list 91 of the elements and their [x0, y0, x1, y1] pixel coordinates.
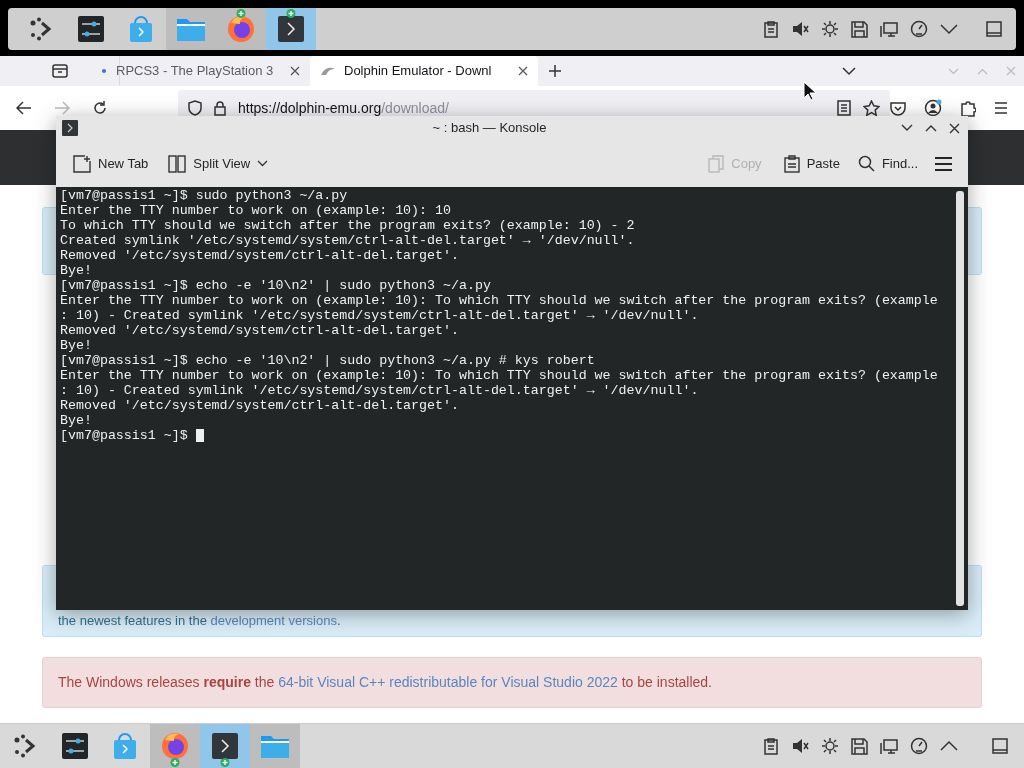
- pocket-icon: [890, 100, 906, 116]
- clipboard-icon: [783, 154, 800, 173]
- terminal-line: Bye!: [60, 338, 93, 353]
- terminal-line: Bye!: [60, 413, 93, 428]
- brightness-icon: [821, 20, 839, 38]
- tab-list-icon: [51, 64, 68, 78]
- chevron-down-icon: [940, 23, 958, 35]
- chevron-down-icon: [257, 160, 269, 167]
- terminal-icon: [277, 15, 305, 43]
- folder-icon: [260, 733, 290, 759]
- show-desktop-icon: [986, 21, 1002, 37]
- clipboard-icon: [763, 737, 779, 755]
- shopping-bag-icon: [128, 15, 154, 43]
- brightness-icon: [821, 737, 839, 755]
- text-cursor: [195, 429, 204, 442]
- toolbar-button[interactable]: Split View: [161, 148, 276, 179]
- terminal-line: [vm7@passis1 ~]$ sudo python3 ~/a.py: [60, 188, 349, 203]
- minimize-button[interactable]: [901, 124, 913, 132]
- bookmark-star-icon: [863, 100, 880, 116]
- toolbar-button[interactable]: Find...: [850, 148, 925, 179]
- chevron-down-icon: [842, 66, 856, 76]
- settings-icon: [61, 732, 89, 760]
- close-button[interactable]: [949, 122, 960, 134]
- lock-icon: [214, 100, 226, 116]
- close-icon: [949, 122, 960, 134]
- close-icon: [518, 66, 528, 76]
- chevron-up-icon: [940, 740, 958, 752]
- close-icon: [1006, 66, 1016, 76]
- save-disk-icon: [851, 20, 868, 38]
- clipboard-icon: [763, 20, 779, 38]
- copy-icon: [708, 154, 725, 173]
- new-tab-icon: [73, 154, 91, 173]
- note-text: the newest features in the development versions.: [58, 611, 341, 630]
- chevron-up-icon: [925, 124, 937, 132]
- split-view-icon: [168, 154, 187, 173]
- close-icon: [290, 66, 300, 76]
- minimize-icon: [948, 67, 959, 75]
- alert-text: The Windows releases require the 64-bit Visual C++ redistributable for Visual Studio 2022 to be installed.: [58, 673, 712, 692]
- browser-globe-icon: [227, 15, 255, 43]
- terminal-line: Created symlink '/etc/systemd/system/ctrl-alt-del.target' → '/dev/null'.: [60, 233, 636, 248]
- reload-icon: [92, 100, 108, 116]
- folder-icon: [176, 16, 206, 42]
- terminal-line: Removed '/etc/systemd/system/ctrl-alt-del.target'.: [60, 323, 460, 338]
- terminal-line: To which TTY should we switch after the program exits? (example: 10) - 2: [60, 218, 636, 233]
- terminal-line: : 10) - Created symlink '/etc/systemd/system/ctrl-alt-del.target' → '/dev/null'.: [60, 383, 700, 398]
- terminal-icon: [62, 120, 78, 136]
- menu-icon: [994, 102, 1008, 114]
- show-desktop-icon: [992, 738, 1008, 754]
- back-arrow-icon: [16, 101, 32, 115]
- settings-icon: [77, 15, 105, 43]
- browser-tab[interactable]: Dolphin Emulator - Downl: [310, 56, 538, 86]
- taskbar-button[interactable]: [200, 724, 250, 768]
- terminal-line: Bye!: [60, 263, 93, 278]
- shield-icon: [188, 100, 202, 116]
- dolphin-icon: [320, 65, 336, 77]
- gauge-icon: [910, 20, 928, 38]
- muted-speaker-icon: [791, 737, 809, 755]
- reader-view-icon: [837, 100, 851, 116]
- terminal-line: [vm7@passis1 ~]$ echo -e '10\n2' | sudo python3 ~/a.py # kys robert: [60, 353, 596, 368]
- toolbar-button[interactable]: Paste: [776, 148, 847, 179]
- launcher-icon: [13, 734, 37, 758]
- terminal-line: [vm7@passis1 ~]$ echo -e '10\n2' | sudo python3 ~/a.py: [60, 278, 492, 293]
- shopping-bag-icon: [112, 732, 138, 760]
- toolbar-button[interactable]: New Tab: [66, 148, 156, 179]
- muted-speaker-icon: [791, 20, 809, 38]
- network-monitor-icon: [880, 20, 898, 38]
- search-icon: [857, 155, 875, 172]
- terminal-line: Enter the TTY number to work on (example: 10): To which TTY should we switch after the program exits? (example: [60, 368, 939, 383]
- tab-favicon-icon: [100, 67, 108, 75]
- forward-arrow-icon: [54, 101, 70, 115]
- network-monitor-icon: [880, 737, 898, 755]
- launcher-icon: [29, 17, 53, 41]
- new-tab-icon: [548, 64, 562, 78]
- terminal-line: [vm7@passis1 ~]$: [60, 428, 956, 443]
- terminal-line: Enter the TTY number to work on (example: 10): 10: [60, 203, 452, 218]
- terminal-line: : 10) - Created symlink '/etc/systemd/system/ctrl-alt-del.target' → '/dev/null'.: [60, 308, 700, 323]
- gauge-icon: [910, 737, 928, 755]
- browser-tab[interactable]: RPCS3 - The PlayStation 3: [90, 56, 310, 86]
- menu-icon: [935, 156, 952, 171]
- maximize-icon: [977, 67, 988, 75]
- chevron-down-icon: [901, 124, 913, 132]
- extensions-icon: [960, 99, 976, 117]
- save-disk-icon: [851, 737, 868, 755]
- terminal-line: Removed '/etc/systemd/system/ctrl-alt-del.target'.: [60, 248, 460, 263]
- browser-globe-icon: [161, 732, 189, 760]
- terminal-line: Removed '/etc/systemd/system/ctrl-alt-del.target'.: [60, 398, 460, 413]
- terminal-icon: [211, 732, 239, 760]
- taskbar-button[interactable]: [266, 8, 316, 50]
- maximize-button[interactable]: [925, 124, 937, 132]
- account-icon: [924, 99, 942, 117]
- terminal-line: Enter the TTY number to work on (example: 10): To which TTY should we switch after the program exits? (example: [60, 293, 939, 308]
